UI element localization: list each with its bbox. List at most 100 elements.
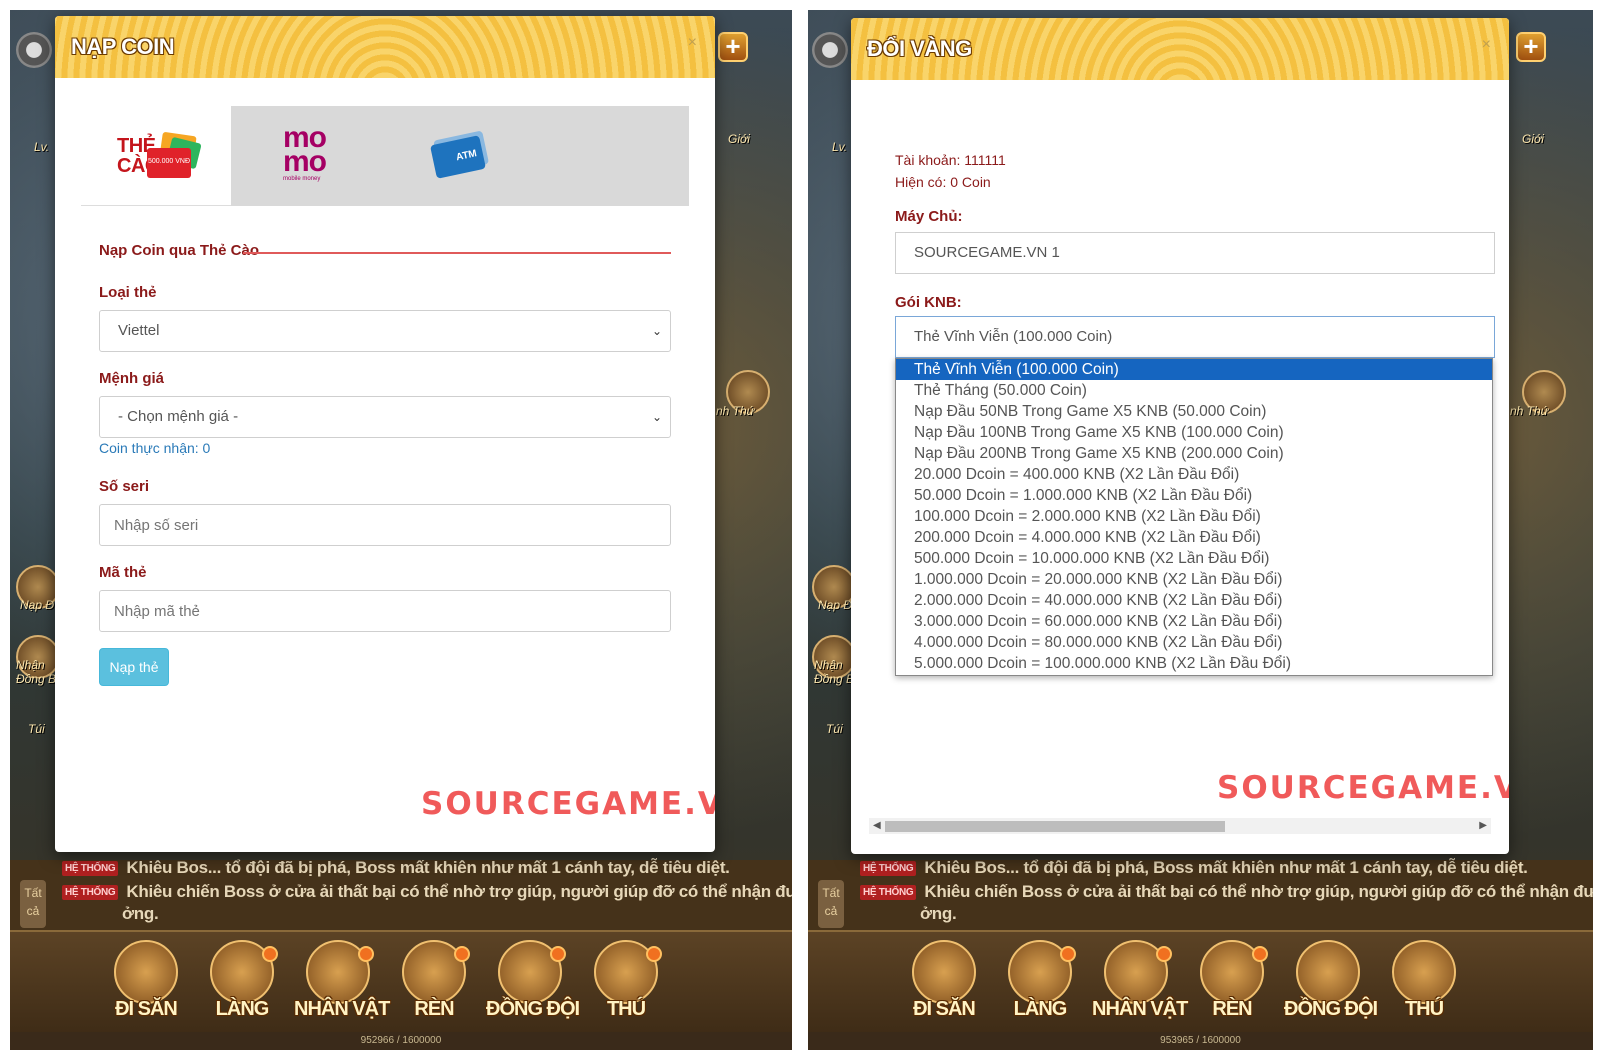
chevron-down-icon: ⌄ xyxy=(651,410,662,424)
add-button[interactable]: + xyxy=(1516,32,1546,62)
dropdown-option[interactable]: Thẻ Tháng (50.000 Coin) xyxy=(896,380,1492,401)
coin-received-note: Coin thực nhận: 0 xyxy=(99,440,211,456)
card-code-input[interactable] xyxy=(99,590,671,632)
dropdown-option[interactable]: 100.000 Dcoin = 2.000.000 KNB (X2 Lần Đầ… xyxy=(896,506,1492,527)
menu-pet[interactable]: THÚ xyxy=(1380,940,1468,1030)
chat-tab-all[interactable]: Tất cả xyxy=(818,880,844,928)
notification-dot xyxy=(262,946,278,962)
card-type-select[interactable]: Viettel ⌄ xyxy=(99,310,671,352)
menu-pet[interactable]: THÚ xyxy=(582,940,670,1030)
dropdown-option[interactable]: Nạp Đầu 100NB Trong Game X5 KNB (100.000… xyxy=(896,422,1492,443)
server-select[interactable]: SOURCEGAME.VN 1 xyxy=(895,232,1495,274)
side-label-event: nh Thứ xyxy=(1510,404,1549,418)
serial-input[interactable] xyxy=(99,504,671,546)
scrollbar-thumb[interactable] xyxy=(885,821,1225,832)
package-select[interactable]: Thẻ Vĩnh Viễn (100.000 Coin) xyxy=(895,316,1495,358)
notification-dot xyxy=(646,946,662,962)
close-icon[interactable]: × xyxy=(688,34,697,52)
add-button[interactable]: + xyxy=(718,32,748,62)
notification-dot xyxy=(358,946,374,962)
account-info: Tài khoản: 111111 xyxy=(895,152,1006,168)
card-denom-text: 500.000 VNĐ xyxy=(147,148,191,178)
side-label-level: Lv. xyxy=(832,140,848,154)
right-game-panel: + Lv. Giới Nạp Đ Nhận Đồng B Túi nh Thứ … xyxy=(808,10,1593,1050)
bottom-menu-bar: ĐI SĂN LÀNG NHÂN VẬT RÈN ĐỒNG ĐỘI THÚ 95… xyxy=(10,930,792,1050)
scroll-left-icon[interactable]: ◀ xyxy=(873,818,881,834)
chat-area: Tất cả HỆ THỐNG Khiêu Bos... tổ đội đã bị… xyxy=(808,858,1593,930)
chat-text: Khiêu Bos... tổ đội đã bị phá, Boss mất … xyxy=(924,858,1528,877)
denom-label: Mệnh giá xyxy=(99,370,165,387)
notification-dot xyxy=(1252,946,1268,962)
card-stack-icon: 500.000 VNĐ xyxy=(147,131,202,178)
dropdown-option[interactable]: Nạp Đầu 200NB Trong Game X5 KNB (200.000… xyxy=(896,443,1492,464)
system-badge: HỆ THỐNG xyxy=(62,861,119,877)
modal-header: NẠP COIN × xyxy=(55,16,715,78)
system-badge: HỆ THỐNG xyxy=(860,885,917,901)
menu-team[interactable]: ĐỒNG ĐỘI xyxy=(486,940,580,1030)
menu-hunt[interactable]: ĐI SĂN xyxy=(900,940,988,1030)
submit-card-button[interactable]: Nạp thẻ xyxy=(99,648,169,686)
modal-title: NẠP COIN xyxy=(71,34,175,59)
dropdown-option[interactable]: Thẻ Vĩnh Viễn (100.000 Coin) xyxy=(896,359,1492,380)
dropdown-option[interactable]: 500.000 Dcoin = 10.000.000 KNB (X2 Lần Đ… xyxy=(896,548,1492,569)
tab-momo[interactable]: mo mo mobile money xyxy=(231,106,381,206)
menu-forge[interactable]: RÈN xyxy=(390,940,478,1030)
menu-village[interactable]: LÀNG xyxy=(198,940,286,1030)
dropdown-option[interactable]: 200.000 Dcoin = 4.000.000 KNB (X2 Lần Đầ… xyxy=(896,527,1492,548)
dropdown-option[interactable]: 1.000.000 Dcoin = 20.000.000 KNB (X2 Lần… xyxy=(896,569,1492,590)
dropdown-option[interactable]: 5.000.000 Dcoin = 100.000.000 KNB (X2 Lầ… xyxy=(896,653,1492,674)
notification-dot xyxy=(1156,946,1172,962)
settings-ring-icon[interactable] xyxy=(812,32,848,68)
package-dropdown-list: Thẻ Vĩnh Viễn (100.000 Coin) Thẻ Tháng (… xyxy=(895,358,1493,676)
menu-team[interactable]: ĐỒNG ĐỘI xyxy=(1284,940,1378,1030)
tab-scratch-card[interactable]: THẺ CÀO 500.000 VNĐ xyxy=(81,106,231,206)
watermark: SOURCEGAME.VN xyxy=(421,786,715,822)
dropdown-option[interactable]: 4.000.000 Dcoin = 80.000.000 KNB (X2 Lần… xyxy=(896,632,1492,653)
card-code-label: Mã thẻ xyxy=(99,564,147,581)
chat-line: HỆ THỐNG Khiêu Bos... tổ đội đã bị phá, B… xyxy=(860,858,1528,878)
pet-icon xyxy=(1392,940,1456,1004)
xp-bar: 953965 / 1600000 xyxy=(808,1032,1593,1050)
xp-bar: 952966 / 1600000 xyxy=(10,1032,792,1050)
chat-line: HỆ THỐNG Khiêu Bos... tổ đội đã bị phá, B… xyxy=(62,858,730,878)
tab-atm[interactable]: ATM xyxy=(381,106,531,206)
side-label-event: nh Thứ xyxy=(716,404,755,418)
horizontal-scrollbar[interactable]: ◀ ▶ xyxy=(869,818,1491,834)
menu-character[interactable]: NHÂN VẬT xyxy=(1092,940,1188,1030)
balance-info: Hiện có: 0 Coin xyxy=(895,174,991,190)
scroll-right-icon[interactable]: ▶ xyxy=(1479,818,1487,834)
dropdown-option[interactable]: 50.000 Dcoin = 1.000.000 KNB (X2 Lần Đầu… xyxy=(896,485,1492,506)
menu-village[interactable]: LÀNG xyxy=(996,940,1084,1030)
close-icon[interactable]: × xyxy=(1482,36,1491,54)
chat-text: ởng. xyxy=(122,904,159,923)
modal-header: ĐỔI VÀNG × xyxy=(851,18,1509,80)
team-icon xyxy=(1296,940,1360,1004)
chat-text: ởng. xyxy=(920,904,957,923)
atm-card-icon: ATM xyxy=(430,135,486,179)
dropdown-option[interactable]: Nạp Đầu 50NB Trong Game X5 KNB (50.000 C… xyxy=(896,401,1492,422)
side-label-bag: Túi xyxy=(28,722,45,736)
menu-forge[interactable]: RÈN xyxy=(1188,940,1276,1030)
denom-select[interactable]: - Chọn mệnh giá - ⌄ xyxy=(99,396,671,438)
hunt-icon xyxy=(114,940,178,1004)
menu-character[interactable]: NHÂN VẬT xyxy=(294,940,390,1030)
notification-dot xyxy=(550,946,566,962)
server-label: Máy Chủ: xyxy=(895,208,963,225)
card-type-label: Loại thẻ xyxy=(99,284,157,301)
dropdown-option[interactable]: 3.000.000 Dcoin = 60.000.000 KNB (X2 Lần… xyxy=(896,611,1492,632)
dropdown-option[interactable]: 20.000 Dcoin = 400.000 KNB (X2 Lần Đầu Đ… xyxy=(896,464,1492,485)
system-badge: HỆ THỐNG xyxy=(62,885,119,901)
recharge-coin-modal: NẠP COIN × THẺ CÀO 500.000 VNĐ mo mo mob… xyxy=(55,16,715,852)
serial-label: Số seri xyxy=(99,478,150,495)
watermark: SOURCEGAME.VN xyxy=(1217,770,1509,806)
chat-tab-all[interactable]: Tất cả xyxy=(20,880,46,928)
side-label-level: Lv. xyxy=(34,140,50,154)
menu-hunt[interactable]: ĐI SĂN xyxy=(102,940,190,1030)
settings-ring-icon[interactable] xyxy=(16,32,52,68)
package-label: Gói KNB: xyxy=(895,294,962,311)
dropdown-option[interactable]: 2.000.000 Dcoin = 40.000.000 KNB (X2 Lần… xyxy=(896,590,1492,611)
side-label-bag: Túi xyxy=(826,722,843,736)
left-game-panel: + Lv. Giới Nạp Đ Nhận Đồng B Túi nh Thứ … xyxy=(10,10,792,1050)
section-divider xyxy=(243,252,671,254)
side-label-reward: Nhận Đồng B xyxy=(16,658,57,686)
